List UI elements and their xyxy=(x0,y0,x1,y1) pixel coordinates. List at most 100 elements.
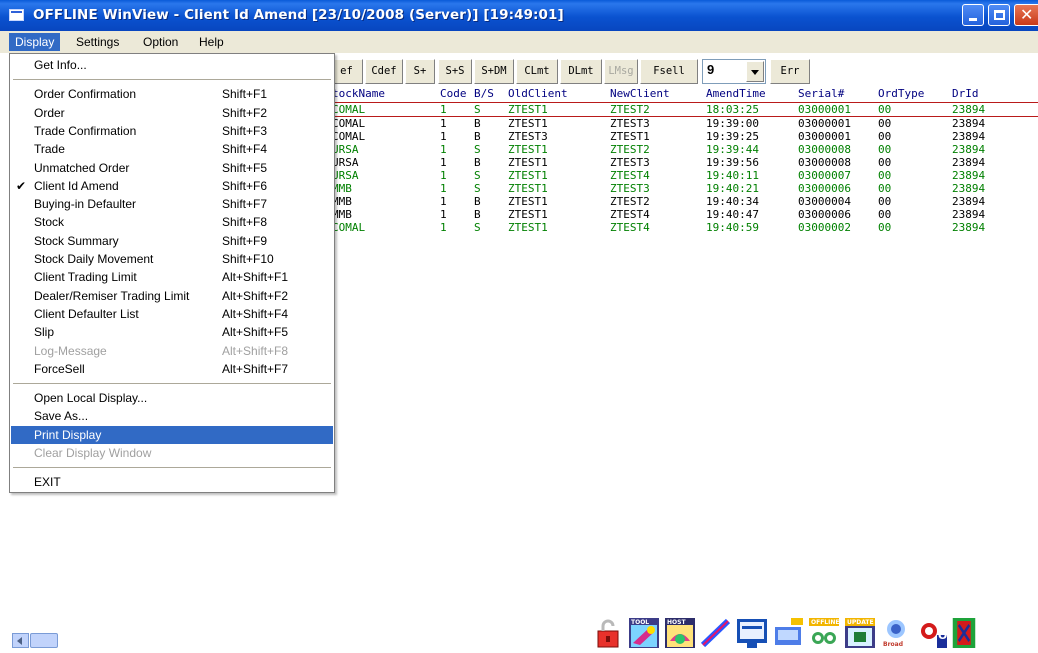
table-row[interactable]: MMB 1 B ZTEST1 ZTEST2 19:40:34 03000004 00 23894 xyxy=(332,195,1038,208)
svg-text:ON: ON xyxy=(938,629,948,642)
menu-item-log-message[interactable]: Log-Message Alt+Shift+F8 xyxy=(11,342,333,360)
menu-item-exit[interactable]: EXIT xyxy=(11,473,333,491)
cell-amendtime: 19:39:25 xyxy=(706,130,759,143)
menu-item-client-id-amend[interactable]: ✔ Client Id Amend Shift+F6 xyxy=(11,177,333,195)
toolbar-button-st[interactable]: S+ xyxy=(405,59,435,84)
cell-bs: B xyxy=(474,130,481,143)
menu-item-shortcut: Shift+F4 xyxy=(222,142,268,157)
toolbar-button-cdef[interactable]: Cdef xyxy=(365,59,403,84)
toolbar-button-fsell[interactable]: Fsell xyxy=(640,59,698,84)
column-header-stockname[interactable]: tockName xyxy=(332,86,385,101)
column-header-ordtype[interactable]: OrdType xyxy=(878,86,924,101)
menu-item-stock-daily-movement[interactable]: Stock Daily Movement Shift+F10 xyxy=(11,250,333,268)
menu-item-client-defaulter-list[interactable]: Client Defaulter List Alt+Shift+F4 xyxy=(11,305,333,323)
menu-item-label: Client Defaulter List xyxy=(34,306,139,321)
menu-item-shortcut: Shift+F7 xyxy=(222,197,268,212)
column-header-code[interactable]: Code xyxy=(440,86,467,101)
menu-item-label: Trade Confirmation xyxy=(34,123,137,138)
menu-display[interactable]: Display xyxy=(9,33,61,51)
cell-oldclient: ZTEST1 xyxy=(508,143,548,156)
menu-item-shortcut: Alt+Shift+F8 xyxy=(222,343,289,358)
table-row[interactable]: COMAL 1 S ZTEST1 ZTEST4 19:40:59 03000002 00 238… xyxy=(332,221,1038,234)
menu-item-buying-in-defaulter[interactable]: Buying-in Defaulter Shift+F7 xyxy=(11,195,333,213)
menu-item-slip[interactable]: Slip Alt+Shift+F5 xyxy=(11,323,333,341)
err-button[interactable]: Err xyxy=(770,59,810,84)
menu-item-label: Slip xyxy=(34,325,55,340)
close-button[interactable]: ✕ xyxy=(1014,4,1038,26)
horizontal-scrollbar-thumb[interactable] xyxy=(30,633,58,648)
menu-item-order[interactable]: Order Shift+F2 xyxy=(11,104,333,122)
chevron-down-icon[interactable] xyxy=(746,61,764,82)
exit-icon[interactable] xyxy=(952,617,976,649)
cell-ordtype: 00 xyxy=(878,103,892,116)
connection-icon[interactable] xyxy=(700,617,732,649)
menu-item-save-as[interactable]: Save As... xyxy=(11,407,333,425)
menu-item-label: EXIT xyxy=(34,475,61,490)
cell-amendtime: 19:40:59 xyxy=(706,221,759,234)
svg-text:TOOL: TOOL xyxy=(631,619,649,626)
on-icon[interactable]: ON xyxy=(916,617,957,649)
menu-option[interactable]: Option xyxy=(137,33,184,51)
table-row[interactable]: URSA 1 B ZTEST1 ZTEST3 19:39:56 03000008 00 2389… xyxy=(332,156,1038,169)
toolbar-button-clmt[interactable]: CLmt xyxy=(516,59,558,84)
menu-item-stock-summary[interactable]: Stock Summary Shift+F9 xyxy=(11,232,333,250)
tool-icon[interactable]: TOOL xyxy=(628,617,660,649)
menu-item-open-local-display[interactable]: Open Local Display... xyxy=(11,389,333,407)
cell-drid: 23894 xyxy=(952,130,986,143)
column-header-amendtime[interactable]: AmendTime xyxy=(706,86,766,101)
monitor-icon[interactable] xyxy=(736,617,768,649)
menu-item-print-display[interactable]: Print Display xyxy=(11,425,333,444)
network-icon[interactable]: BFE xyxy=(772,617,804,649)
cell-newclient: ZTEST3 xyxy=(610,117,650,130)
table-row[interactable]: URSA 1 S ZTEST1 ZTEST2 19:39:44 03000008 00 2389… xyxy=(332,143,1038,156)
cell-bs: B xyxy=(474,195,481,208)
cell-ordtype: 00 xyxy=(878,130,892,143)
table-row[interactable]: COMAL 1 S ZTEST1 ZTEST2 18:03:25 03000001 00 238… xyxy=(332,102,1038,117)
menu-item-stock[interactable]: Stock Shift+F8 xyxy=(11,213,333,231)
host-icon[interactable]: HOST xyxy=(664,617,696,649)
menu-help[interactable]: Help xyxy=(193,33,230,51)
table-row[interactable]: URSA 1 S ZTEST1 ZTEST4 19:40:11 03000007 00 2389… xyxy=(332,169,1038,182)
menu-item-order-confirmation[interactable]: Order Confirmation Shift+F1 xyxy=(11,85,333,103)
cell-amendtime: 19:39:00 xyxy=(706,117,759,130)
menu-item-clear-display-window[interactable]: Clear Display Window xyxy=(11,444,333,462)
column-header-newclient[interactable]: NewClient xyxy=(610,86,670,101)
minimize-button[interactable] xyxy=(962,4,984,26)
offline-icon[interactable]: OFFLINE xyxy=(808,617,840,649)
menu-item-forcesell[interactable]: ForceSell Alt+Shift+F7 xyxy=(11,360,333,378)
menu-item-dealer-remiser-trading-limit[interactable]: Dealer/Remiser Trading Limit Alt+Shift+F2 xyxy=(11,287,333,305)
menu-item-client-trading-limit[interactable]: Client Trading Limit Alt+Shift+F1 xyxy=(11,268,333,286)
toolbar-button-lmsg[interactable]: LMsg xyxy=(604,59,638,84)
menu-item-label: Get Info... xyxy=(34,58,87,72)
maximize-button[interactable] xyxy=(988,4,1010,26)
column-header-drid[interactable]: DrId xyxy=(952,86,979,101)
menu-item-label: Clear Display Window xyxy=(34,446,152,460)
table-row[interactable]: COMAL 1 B ZTEST3 ZTEST1 19:39:25 03000001 00 238… xyxy=(332,130,1038,143)
broadcast-icon[interactable]: Broad xyxy=(880,617,912,649)
scroll-left-icon[interactable] xyxy=(12,633,29,648)
menu-item-trade[interactable]: Trade Shift+F4 xyxy=(11,140,333,158)
column-header-bs[interactable]: B/S xyxy=(474,86,494,101)
cell-serial: 03000006 xyxy=(798,208,851,221)
toolbar-button-dlmt[interactable]: DLmt xyxy=(560,59,602,84)
update-icon[interactable]: UPDATE xyxy=(844,617,876,649)
menu-item-shortcut: Alt+Shift+F7 xyxy=(222,361,289,376)
table-row[interactable]: MMB 1 B ZTEST1 ZTEST4 19:40:47 03000006 00 23894 xyxy=(332,208,1038,221)
menu-item-unmatched-order[interactable]: Unmatched Order Shift+F5 xyxy=(11,159,333,177)
menu-item-trade-confirmation[interactable]: Trade Confirmation Shift+F3 xyxy=(11,122,333,140)
column-header-serial[interactable]: Serial# xyxy=(798,86,844,101)
table-row[interactable]: MMB 1 S ZTEST1 ZTEST3 19:40:21 03000006 00 23894 xyxy=(332,182,1038,195)
cell-newclient: ZTEST2 xyxy=(610,195,650,208)
count-select[interactable]: 9 xyxy=(702,59,766,84)
table-row[interactable]: COMAL 1 B ZTEST1 ZTEST3 19:39:00 03000001 00 238… xyxy=(332,117,1038,130)
menu-settings[interactable]: Settings xyxy=(70,33,125,51)
menu-item-get-info[interactable]: Get Info... xyxy=(11,56,333,74)
toolbar-button-stdm[interactable]: S+DM xyxy=(474,59,514,84)
menu-item-shortcut: Alt+Shift+F5 xyxy=(222,325,289,340)
lock-icon[interactable] xyxy=(592,617,624,649)
cell-serial: 03000002 xyxy=(798,221,851,234)
cell-bs: S xyxy=(474,143,481,156)
column-header-oldclient[interactable]: OldClient xyxy=(508,86,568,101)
toolbar-button-sts[interactable]: S+S xyxy=(438,59,472,84)
menu-separator xyxy=(13,383,331,385)
